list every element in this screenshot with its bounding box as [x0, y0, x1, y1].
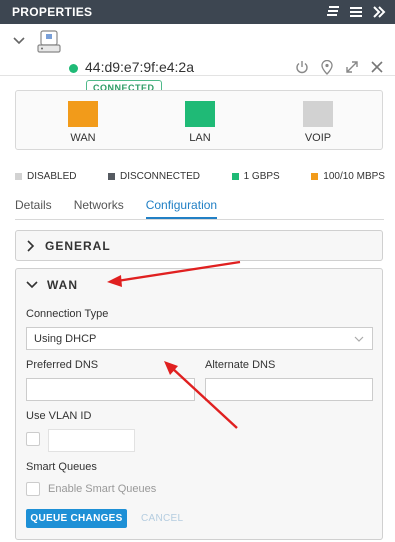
tab-details[interactable]: Details: [15, 198, 52, 219]
preferred-dns-label: Preferred DNS: [26, 359, 99, 371]
chevron-right-icon: [27, 240, 35, 252]
alternate-dns-label: Alternate DNS: [205, 359, 276, 371]
legend-disconnected-swatch: [108, 173, 116, 180]
legend-100mbps-label: 100/10 MBPS: [323, 171, 385, 182]
chevron-down-icon: [354, 336, 364, 342]
double-chevron-right-icon[interactable]: [371, 4, 387, 20]
port-lan-indicator: [185, 101, 215, 127]
vlan-id-checkbox[interactable]: [26, 432, 40, 446]
device-header: 44:d9:e7:9f:e4:2a CONNECTED: [0, 24, 395, 95]
smart-queues-label: Smart Queues: [26, 461, 97, 473]
location-pin-icon[interactable]: [319, 59, 335, 75]
queue-changes-button[interactable]: QUEUE CHANGES: [26, 509, 127, 528]
general-section-header[interactable]: GENERAL: [16, 231, 382, 261]
collapse-lines-icon[interactable]: [325, 4, 341, 20]
device-actions: [294, 59, 385, 75]
title-actions: [325, 4, 387, 20]
wan-section-title: WAN: [47, 278, 78, 292]
expand-icon[interactable]: [344, 59, 360, 75]
port-wan-indicator: [68, 101, 98, 127]
connection-type-value: Using DHCP: [34, 332, 97, 345]
legend-disabled-swatch: [15, 173, 22, 180]
general-section-title: GENERAL: [45, 239, 111, 253]
title-bar: PROPERTIES: [0, 0, 395, 24]
enable-smart-queues-label: Enable Smart Queues: [48, 483, 157, 495]
port-voip-indicator: [303, 101, 333, 127]
power-icon[interactable]: [294, 59, 310, 75]
port-lan-label: LAN: [189, 132, 211, 144]
wan-section-header[interactable]: WAN: [16, 269, 382, 301]
device-mac: 44:d9:e7:9f:e4:2a: [85, 59, 194, 75]
port-voip[interactable]: VOIP: [288, 101, 348, 144]
connection-type-select[interactable]: Using DHCP: [26, 327, 373, 350]
panel-title: PROPERTIES: [12, 5, 93, 19]
close-icon[interactable]: [369, 59, 385, 75]
cancel-button[interactable]: CANCEL: [141, 509, 183, 528]
gateway-device-icon: [36, 30, 62, 54]
legend-disabled-label: DISABLED: [27, 171, 77, 182]
wan-section: WAN Connection Type Using DHCP Preferred…: [15, 268, 383, 540]
menu-icon[interactable]: [348, 4, 364, 20]
port-voip-label: VOIP: [304, 132, 332, 144]
general-section: GENERAL: [15, 230, 383, 261]
chevron-down-icon: [26, 281, 38, 289]
port-legend: DISABLED DISCONNECTED 1 GBPS 100/10 MBPS: [15, 171, 385, 182]
legend-100mbps: 100/10 MBPS: [311, 171, 385, 182]
connection-type-label: Connection Type: [26, 308, 109, 320]
port-wan-label: WAN: [70, 132, 96, 144]
legend-1gbps-label: 1 GBPS: [243, 171, 280, 182]
status-dot: [69, 64, 78, 73]
tab-networks[interactable]: Networks: [74, 198, 124, 219]
tab-configuration[interactable]: Configuration: [145, 198, 218, 219]
ports-panel: WAN LAN VOIP: [15, 90, 383, 150]
alternate-dns-input[interactable]: [205, 378, 373, 401]
vlan-id-input[interactable]: [48, 429, 135, 452]
legend-1gbps: 1 GBPS: [231, 171, 280, 182]
port-lan[interactable]: LAN: [170, 101, 230, 144]
vlan-id-label: Use VLAN ID: [26, 410, 92, 422]
smart-queues-checkbox[interactable]: [26, 482, 40, 496]
legend-disconnected: DISCONNECTED: [108, 171, 200, 182]
port-wan[interactable]: WAN: [53, 101, 113, 144]
legend-disabled: DISABLED: [15, 171, 76, 182]
legend-disconnected-label: DISCONNECTED: [120, 171, 201, 182]
tab-bar: Details Networks Configuration: [15, 198, 384, 220]
legend-1gbps-swatch: [231, 173, 239, 180]
chevron-down-icon[interactable]: [12, 34, 28, 50]
legend-100mbps-swatch: [311, 173, 319, 180]
preferred-dns-input[interactable]: [26, 378, 195, 401]
properties-panel: PROPERTIES 44:d9:e7:9f:e4:2a CONNECTED W…: [0, 0, 395, 542]
